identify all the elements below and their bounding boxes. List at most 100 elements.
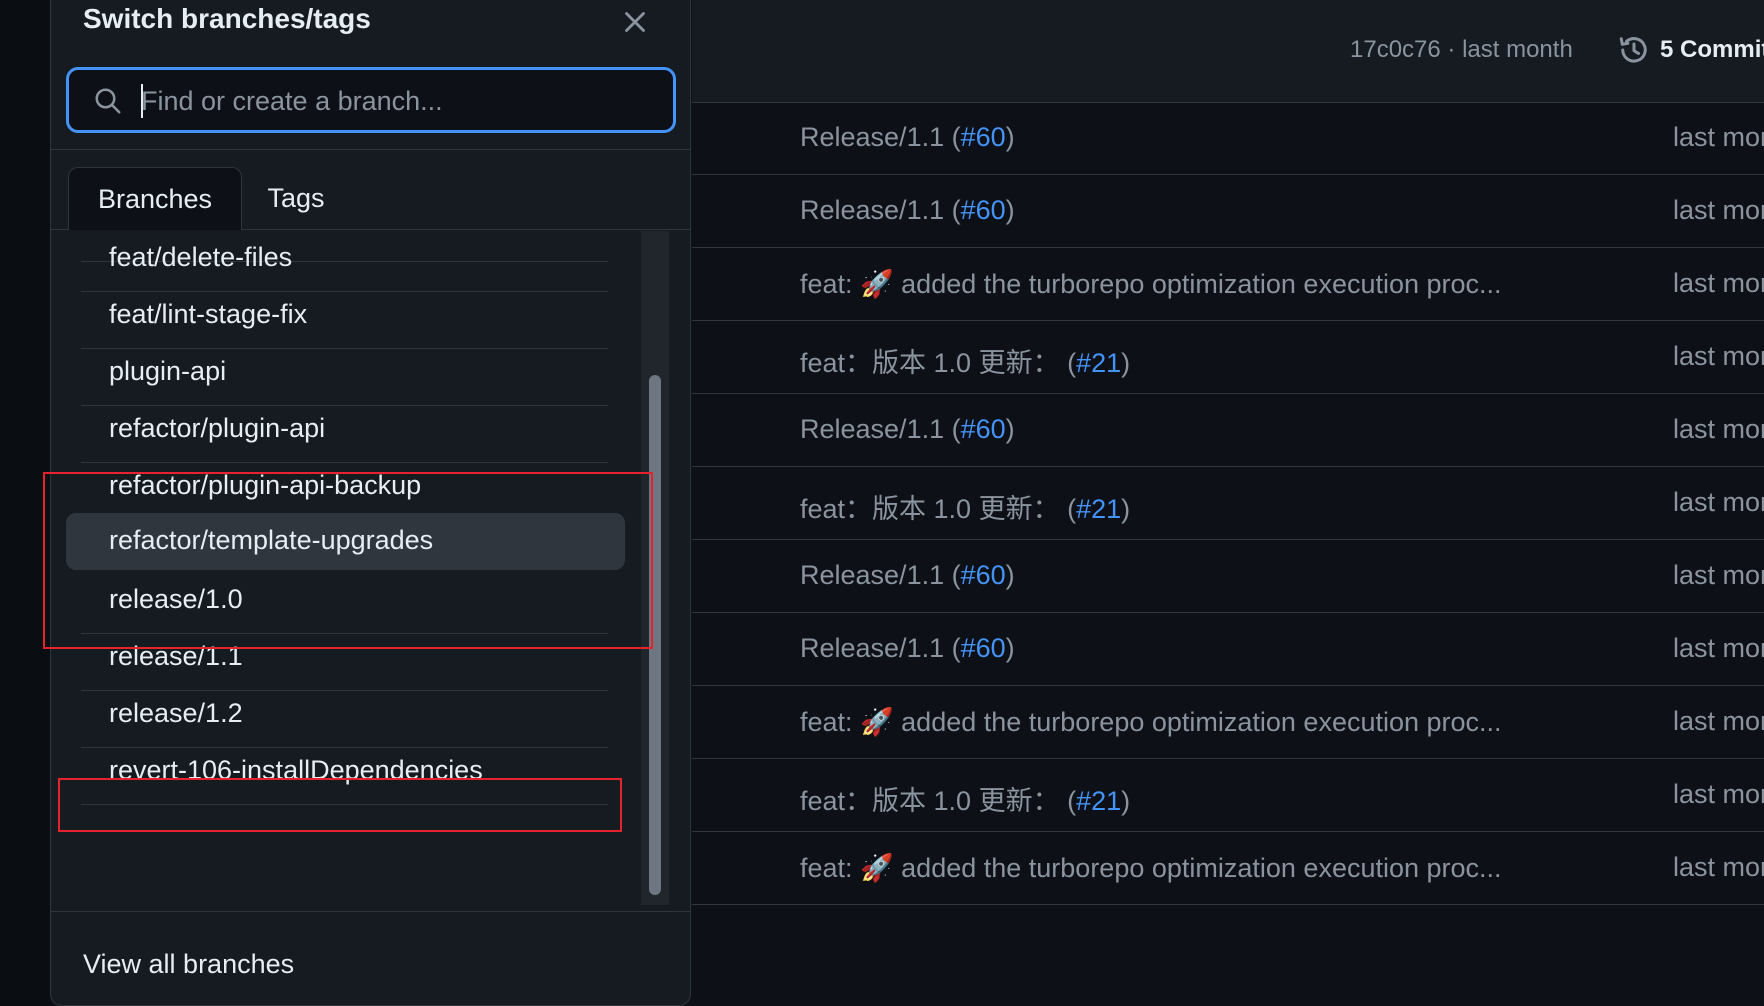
branch-item-label: release/1.0: [109, 584, 243, 614]
close-icon[interactable]: [618, 5, 652, 39]
commit-age: last month: [1673, 706, 1764, 736]
branch-item-label: release/1.2: [109, 698, 243, 728]
branch-item[interactable]: plugin-api: [81, 342, 608, 406]
commit-age: last month: [1673, 487, 1764, 517]
commit-message-text: Release/1.1 (: [800, 122, 961, 152]
branch-item-label: refactor/plugin-api: [109, 413, 326, 443]
commit-age: last month: [1673, 779, 1764, 809]
branch-item-label: feat/lint-stage-fix: [109, 299, 308, 329]
commit-message-suffix: ): [1121, 786, 1131, 816]
commit-message[interactable]: Release/1.1 (#60): [800, 122, 1015, 153]
tab-branches[interactable]: Branches: [68, 167, 242, 230]
commit-file-table: 17c0c76 · last month 5 Commits Release/1…: [692, 0, 1764, 1006]
page-edge: [0, 0, 50, 1006]
branch-list-scrollbar[interactable]: [641, 231, 669, 905]
scrollbar-thumb[interactable]: [649, 375, 661, 895]
branch-item[interactable]: release/1.0: [81, 570, 608, 634]
branch-item-label: refactor/plugin-api-backup: [109, 470, 422, 500]
commit-message[interactable]: feat: 🚀 added the turborepo optimization…: [800, 268, 1502, 300]
branch-item[interactable]: refactor/plugin-api-backup: [81, 456, 608, 520]
divider: [51, 149, 690, 150]
branch-search-input[interactable]: [139, 78, 663, 124]
branch-item[interactable]: release/1.2: [81, 684, 608, 748]
table-row[interactable]: Release/1.1 (#60) last month: [692, 394, 1764, 467]
branch-item[interactable]: refactor/plugin-api: [81, 399, 608, 463]
pull-request-link[interactable]: #60: [961, 414, 1006, 444]
branch-switcher-dropdown: Switch branches/tags Branches Tags feat/…: [50, 0, 691, 1006]
view-all-branches-link[interactable]: View all branches: [83, 949, 294, 980]
commit-message-suffix: ): [1121, 494, 1131, 524]
commit-age: last month: [1673, 414, 1764, 444]
commit-message-text: Release/1.1 (: [800, 195, 961, 225]
pull-request-link[interactable]: #60: [961, 122, 1006, 152]
commit-message-suffix: ): [1005, 195, 1015, 225]
branch-item-label: plugin-api: [109, 356, 227, 386]
branch-item-label: refactor/template-upgrades: [109, 525, 434, 555]
divider: [51, 911, 690, 912]
commit-age: last month: [1673, 268, 1764, 298]
commit-message[interactable]: feat：版本 1.0 更新： (#21): [800, 341, 1130, 380]
commit-message-text: Release/1.1 (: [800, 633, 961, 663]
commit-message-text: feat: 🚀 added the turborepo optimization…: [800, 707, 1502, 737]
pull-request-link[interactable]: #60: [961, 195, 1006, 225]
commit-message-suffix: ): [1005, 122, 1015, 152]
commit-message[interactable]: Release/1.1 (#60): [800, 633, 1015, 664]
commit-age: last month: [1673, 195, 1764, 225]
commit-message-text: Release/1.1 (: [800, 414, 961, 444]
commit-age: last month: [1673, 633, 1764, 663]
table-row[interactable]: Release/1.1 (#60) last month: [692, 175, 1764, 248]
pull-request-link[interactable]: #60: [961, 560, 1006, 590]
table-row[interactable]: feat：版本 1.0 更新： (#21) last month: [692, 759, 1764, 832]
table-row[interactable]: Release/1.1 (#60) last month: [692, 540, 1764, 613]
tab-tags[interactable]: Tags: [241, 167, 351, 229]
commit-message[interactable]: feat：版本 1.0 更新： (#21): [800, 487, 1130, 526]
commit-age: last month: [1673, 560, 1764, 590]
table-row[interactable]: feat: 🚀 added the turborepo optimization…: [692, 248, 1764, 321]
table-row[interactable]: feat：版本 1.0 更新： (#21) last month: [692, 467, 1764, 540]
branch-item[interactable]: feat/delete-files: [81, 231, 608, 292]
commit-message[interactable]: Release/1.1 (#60): [800, 195, 1015, 226]
commit-message-suffix: ): [1121, 348, 1131, 378]
commit-message-text: feat: 🚀 added the turborepo optimization…: [800, 853, 1502, 883]
branch-tag-tabs: Branches Tags: [51, 167, 690, 230]
branch-search-box[interactable]: [66, 67, 676, 133]
pull-request-link[interactable]: #21: [1076, 348, 1121, 378]
dropdown-title: Switch branches/tags: [83, 3, 371, 34]
latest-commit-info[interactable]: 17c0c76 · last month: [1350, 36, 1573, 64]
pull-request-link[interactable]: #60: [961, 633, 1006, 663]
commits-count-link[interactable]: 5 Commits: [1660, 36, 1764, 64]
table-row[interactable]: feat：版本 1.0 更新： (#21) last month: [692, 321, 1764, 394]
history-icon: [1619, 37, 1647, 63]
commit-message[interactable]: Release/1.1 (#60): [800, 414, 1015, 445]
branch-item-label: feat/delete-files: [109, 242, 293, 272]
screen: 17c0c76 · last month 5 Commits Release/1…: [0, 0, 1764, 1006]
commit-age: last month: [1673, 341, 1764, 371]
text-caret: [141, 84, 143, 118]
commit-message[interactable]: feat: 🚀 added the turborepo optimization…: [800, 852, 1502, 884]
commit-message-text: Release/1.1 (: [800, 560, 961, 590]
branch-item[interactable]: revert-106-installDependencies: [81, 741, 608, 805]
table-row[interactable]: feat: 🚀 added the turborepo optimization…: [692, 832, 1764, 905]
search-icon: [95, 88, 121, 114]
branch-item-label: release/1.1: [109, 641, 243, 671]
latest-commit-bar: 17c0c76 · last month 5 Commits: [692, 0, 1764, 103]
pull-request-link[interactable]: #21: [1076, 786, 1121, 816]
table-row[interactable]: feat: 🚀 added the turborepo optimization…: [692, 686, 1764, 759]
commit-message-text: feat：版本 1.0 更新： (: [800, 786, 1077, 816]
table-row[interactable]: Release/1.1 (#60) last month: [692, 613, 1764, 686]
table-row[interactable]: Release/1.1 (#60) last month: [692, 102, 1764, 175]
commit-message-text: feat：版本 1.0 更新： (: [800, 494, 1077, 524]
commit-message[interactable]: feat：版本 1.0 更新： (#21): [800, 779, 1130, 818]
branch-item-label: revert-106-installDependencies: [109, 755, 483, 785]
commit-age: last month: [1673, 852, 1764, 882]
branch-list: feat/delete-files feat/lint-stage-fix plug…: [51, 231, 641, 911]
commit-message-text: feat：版本 1.0 更新： (: [800, 348, 1077, 378]
commit-message[interactable]: Release/1.1 (#60): [800, 560, 1015, 591]
branch-item[interactable]: feat/lint-stage-fix: [81, 285, 608, 349]
pull-request-link[interactable]: #21: [1076, 494, 1121, 524]
commit-message-suffix: ): [1005, 560, 1015, 590]
commit-message-text: feat: 🚀 added the turborepo optimization…: [800, 269, 1502, 299]
branch-item[interactable]: release/1.1: [81, 627, 608, 691]
commit-message[interactable]: feat: 🚀 added the turborepo optimization…: [800, 706, 1502, 738]
branch-item[interactable]: refactor/template-upgrades: [66, 513, 625, 570]
